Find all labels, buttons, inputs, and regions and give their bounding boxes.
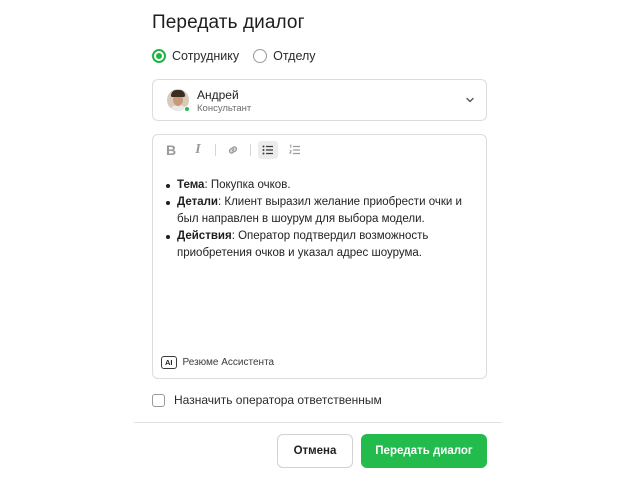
- link-icon: [228, 146, 238, 154]
- toolbar-separator: [250, 144, 251, 156]
- toolbar-separator: [215, 144, 216, 156]
- bold-icon: B: [165, 142, 177, 158]
- numbered-list-button[interactable]: [285, 141, 305, 159]
- bulleted-list-button[interactable]: [258, 141, 278, 159]
- assign-responsible-label: Назначить оператора ответственным: [174, 393, 382, 407]
- italic-icon: I: [195, 142, 201, 157]
- assign-responsible-checkbox[interactable]: [152, 393, 165, 407]
- dialog-title: Передать диалог: [152, 12, 305, 33]
- online-status-dot: [184, 106, 190, 112]
- radio-employee-indicator[interactable]: [152, 49, 166, 63]
- list-item: Тема: Покупка очков.: [165, 177, 480, 194]
- transfer-target-radio-group: Сотруднику Отделу: [152, 49, 330, 63]
- radio-department-label: Отделу: [273, 49, 316, 63]
- cancel-button[interactable]: Отмена: [277, 434, 353, 468]
- bulleted-list-icon: [262, 145, 273, 155]
- agent-role: Консультант: [197, 103, 252, 114]
- ai-summary-tag: AI Резюме Ассистента: [161, 356, 274, 369]
- summary-content[interactable]: Тема: Покупка очков. Детали: Клиент выра…: [165, 177, 480, 262]
- bold-button[interactable]: B: [161, 141, 181, 159]
- chevron-down-icon[interactable]: [464, 94, 476, 106]
- italic-button[interactable]: I: [188, 141, 208, 159]
- transfer-dialog-button[interactable]: Передать диалог: [361, 434, 487, 468]
- agent-select[interactable]: Андрей Консультант: [152, 79, 487, 121]
- radio-department-indicator[interactable]: [253, 49, 268, 63]
- summary-editor[interactable]: B I Тема: Покупка очков. Детали: Клиент …: [152, 134, 487, 379]
- list-item: Действия: Оператор подтвердил возможност…: [165, 228, 480, 262]
- numbered-list-icon: [288, 144, 300, 155]
- ai-badge: AI: [161, 356, 177, 369]
- link-button[interactable]: [223, 141, 243, 159]
- list-item: Детали: Клиент выразил желание приобрест…: [165, 194, 480, 228]
- footer-divider: [134, 422, 502, 423]
- radio-employee-label: Сотруднику: [172, 49, 240, 63]
- radio-department[interactable]: Отделу: [253, 49, 316, 63]
- editor-toolbar: B I: [161, 140, 312, 160]
- radio-employee[interactable]: Сотруднику: [152, 49, 239, 63]
- ai-summary-label: Резюме Ассистента: [182, 357, 275, 368]
- assign-responsible-checkbox-row[interactable]: Назначить оператора ответственным: [152, 393, 382, 407]
- agent-name: Андрей: [197, 88, 239, 102]
